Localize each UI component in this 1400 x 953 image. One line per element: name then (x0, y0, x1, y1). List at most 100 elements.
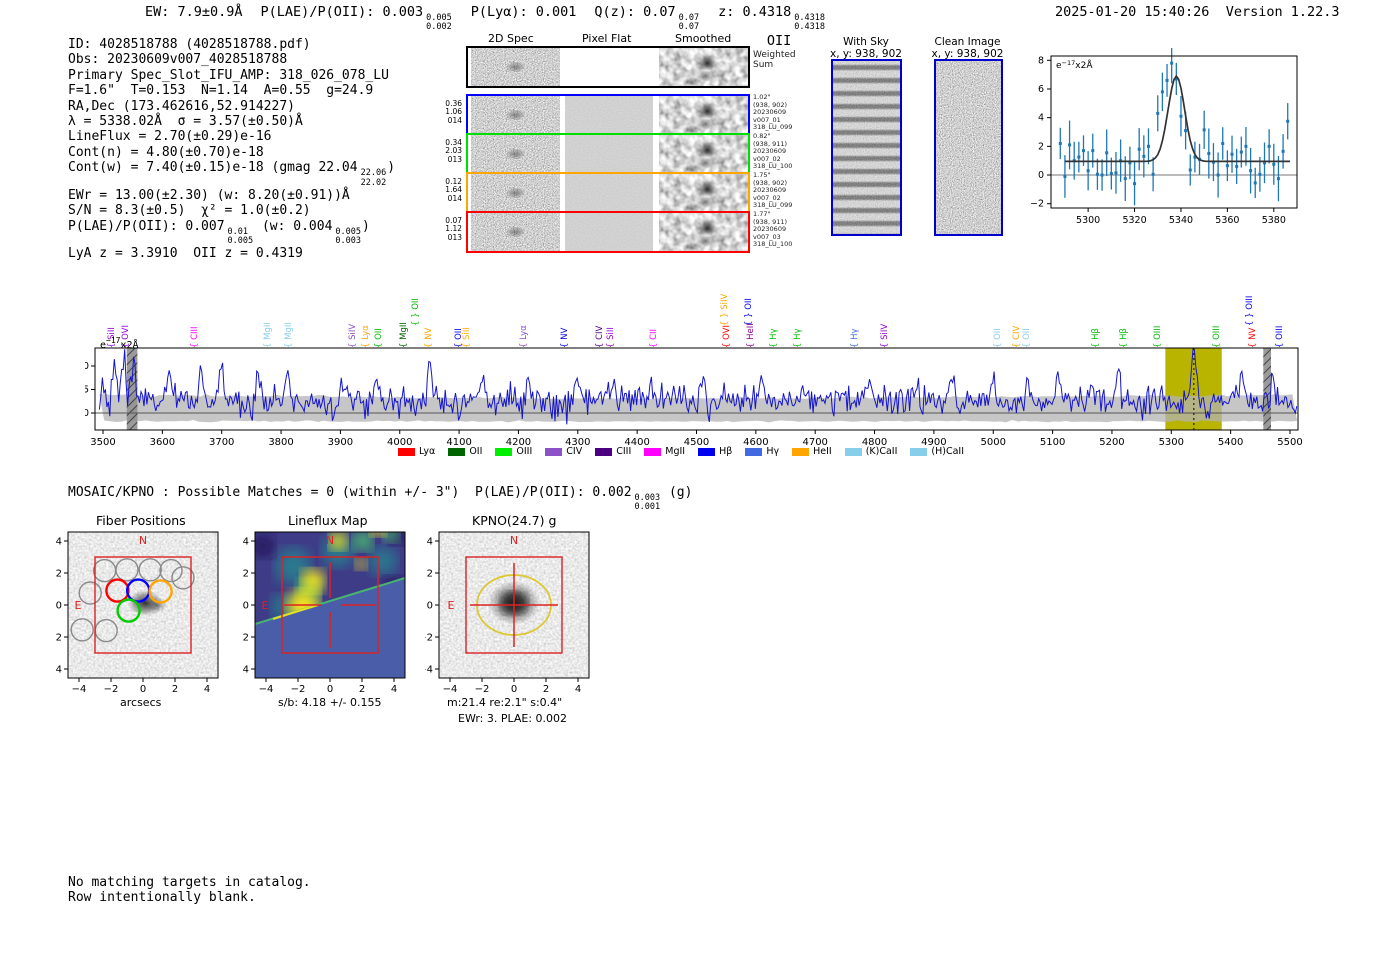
legend-label: CIII (616, 446, 632, 457)
tick-label: 2 (243, 569, 249, 580)
legend-swatch (448, 447, 466, 456)
with-sky-title: With Sky x, y: 938, 902 (820, 36, 912, 60)
north-label: N (510, 534, 518, 547)
col-header-smoothed: Smoothed (675, 32, 732, 45)
legend-label: Hβ (719, 446, 733, 457)
tick-label: 4 (575, 684, 581, 695)
elixer-report-page: EW: 7.9±0.9Å P(LAE)/P(OII): 0.003 0.005 0.… (0, 0, 1400, 953)
info-cont-w: Cont(w) = 7.40(±0.15)e-18 (gmag 22.04 22.… (68, 160, 396, 188)
timestamp: 2025-01-20 15:40:26 (1055, 4, 1210, 20)
tick-label: 5340 (1169, 215, 1193, 226)
cutout-cell (659, 96, 748, 134)
cutout-cell (659, 135, 748, 173)
cutout-row-annotation: 1.77" (938, 911) 20230609 v007_03 318_LU_100 (753, 210, 793, 249)
cutout-cell (471, 174, 560, 212)
tick-label: 0 (511, 684, 517, 695)
tick-label: −4 (243, 665, 249, 676)
tick-label: −2 (56, 633, 62, 644)
legend-swatch (495, 447, 513, 456)
legend-swatch (545, 447, 563, 456)
tick-label: 2 (172, 684, 178, 695)
tick-label: −2 (243, 633, 249, 644)
col-header-pixelflat: Pixel Flat (582, 32, 632, 45)
tick-label: −2 (425, 633, 433, 644)
legend-item-Lyα: Lyα (398, 446, 435, 457)
tick-label: 0 (140, 684, 146, 695)
tick-label: 5320 (1122, 215, 1146, 226)
cutout-2d-left-labels: 0.36 1.06 014 0.34 2.03 013 0.12 1.64 014 0.07 1.1… (438, 46, 464, 250)
line-marker-OIII: { } OIII (1245, 295, 1256, 326)
weighted-sum-label: Weighted Sum (753, 50, 796, 70)
cutout-row-weights: 0.07 1.12 013 (445, 216, 462, 242)
timestamp-version: 2025-01-20 15:40:26 Version 1.22.3 (1055, 4, 1340, 20)
legend-swatch (698, 447, 716, 456)
cutout-2d-right-labels: Weighted Sum 1.02" (938, 902) 20230609 v007_… (753, 46, 805, 250)
legend-item-Hγ: Hγ (745, 446, 779, 457)
cutout-row-weighted (466, 46, 750, 88)
tick-label: 5360 (1215, 215, 1239, 226)
tick-label: 5200 (1099, 437, 1124, 448)
cutout-2d-grid (466, 46, 750, 253)
kpno-cutout-plot: −4 −2 0 2 4 −4 −2 0 2 4 N E (425, 531, 590, 695)
legend-label: CIV (566, 446, 583, 457)
tick-label: −2 (1030, 199, 1044, 210)
east-label: E (262, 599, 269, 612)
legend-item-(K)CaII: (K)CaII (844, 446, 898, 457)
tick-label: 3500 (90, 437, 115, 448)
cutout-cell (471, 96, 560, 134)
tick-label: 5300 (1159, 437, 1184, 448)
info-plae-poii: P(LAE)/P(OII): 0.007 0.01 0.005 (w: 0.004 0… (68, 218, 370, 247)
fiber-positions-xlabel: arcsecs (120, 696, 162, 709)
info-fiber-stats: F=1.6" T=0.153 N=1.14 A=0.55 g=24.9 (68, 83, 374, 99)
tick-label: 6 (1038, 84, 1044, 95)
cutout-cell (659, 174, 748, 212)
info-id: ID: 4028518788 (4028518788.pdf) (68, 37, 311, 52)
tick-label: 0 (243, 601, 249, 612)
tick-label: 4 (243, 537, 249, 548)
tick-label: 2 (427, 569, 433, 580)
tick-label: 4 (56, 537, 62, 548)
cutout-row (466, 133, 750, 175)
tick-label: 8 (1038, 55, 1044, 66)
cutout-cell (471, 213, 560, 251)
info-lineflux: LineFlux = 2.70(±0.29)e-16 (68, 129, 272, 145)
tick-label: 2 (359, 684, 365, 695)
lineflux-map-xlabel: s/b: 4.18 +/- 0.155 (278, 696, 382, 709)
info-radec: RA,Dec (173.462616,52.914227) (68, 98, 295, 114)
tick-label: 5300 (1076, 215, 1100, 226)
clean-image (934, 59, 1003, 236)
info-cont-n: Cont(n) = 4.80(±0.70)e-18 (68, 144, 264, 160)
cutout-row-weights: 0.12 1.64 014 (445, 177, 462, 203)
north-label: N (139, 534, 147, 547)
tick-label: −2 (475, 684, 490, 695)
legend-item-Hβ: Hβ (698, 446, 732, 457)
cutout-cell (565, 96, 653, 134)
info-ewr: EWr = 13.00(±2.30) (w: 8.20(±0.91))Å (68, 187, 350, 203)
cutout-row-annotation: 0.82" (938, 911) 20230609 v007_02 318_LU_100 (753, 132, 793, 171)
legend-item-(H)CaII: (H)CaII (910, 446, 964, 457)
legend-label: (K)CaII (865, 446, 898, 457)
footer-line-1: No matching targets in catalog. (68, 875, 311, 890)
tick-label: 2 (543, 684, 549, 695)
cutout-cell (471, 48, 560, 86)
cutout-row (466, 172, 750, 214)
cutout-cell (659, 48, 748, 86)
tick-label: 5500 (1277, 437, 1302, 448)
cutout-cell (659, 213, 748, 251)
cutout-row-annotation: 1.75" (938, 902) 20230609 v007_02 318_LU_099 (753, 171, 793, 210)
tick-label: −2 (291, 684, 306, 695)
tick-label: 0.0 (85, 408, 89, 419)
plya-value: P(Lyα): 0.001 (470, 4, 577, 20)
tick-label: 0 (1038, 170, 1044, 181)
legend-label: MgII (665, 446, 686, 457)
inset-units-label: e−17x2Å (1056, 59, 1093, 71)
tick-label: 4 (204, 684, 210, 695)
info-primary-slot: Primary Spec_Slot_IFU_AMP: 318_026_078_L… (68, 67, 389, 83)
east-label: E (75, 599, 82, 612)
legend-item-OIII: OIII (495, 446, 532, 457)
north-label: N (326, 534, 334, 547)
legend-swatch (595, 447, 613, 456)
qz-value: Q(z): 0.07 0.07 0.07 (594, 4, 700, 33)
legend-item-CIV: CIV (545, 446, 582, 457)
tick-label: 0 (327, 684, 333, 695)
